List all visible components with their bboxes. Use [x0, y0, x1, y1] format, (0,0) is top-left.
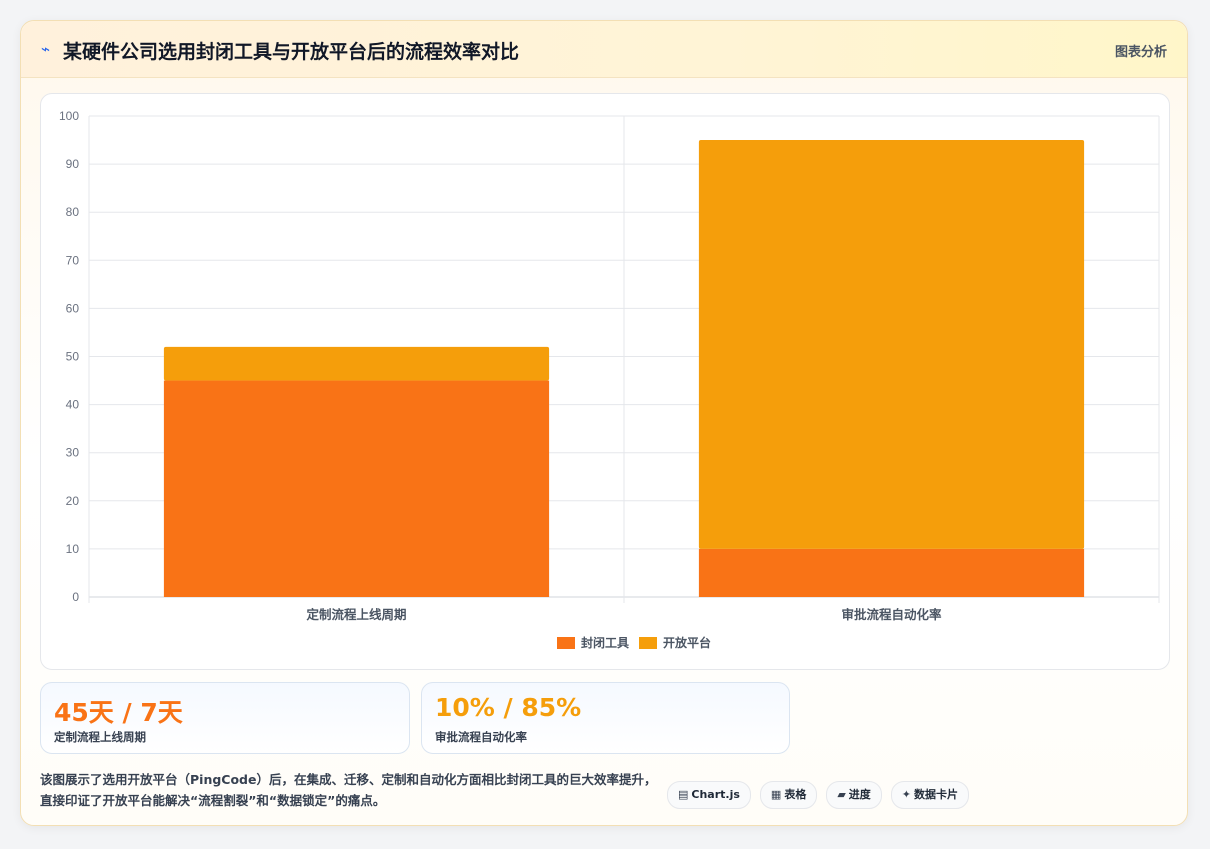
x-tick-label: 审批流程自动化率: [841, 607, 942, 622]
y-tick-label: 70: [66, 253, 80, 267]
stat-value: 10% / 85%: [435, 693, 582, 722]
y-tick-label: 30: [66, 446, 80, 460]
badge-label: 数据卡片: [914, 788, 959, 801]
legend-swatch: [639, 637, 657, 649]
stat-label: 审批流程自动化率: [435, 730, 527, 744]
progress-icon: ▰: [837, 788, 846, 801]
header-tag: 图表分析: [1114, 45, 1167, 60]
stat-card-cycle: 45天 / 7天 定制流程上线周期: [40, 682, 410, 754]
stacked-bar-chart: 0 10 20 30 40 50 60 70 80 90 100 定制流程上线周期 审批流程自动化率封闭…: [59, 109, 1160, 650]
badge-progress[interactable]: ▰ 进度: [826, 781, 882, 809]
bar-closed-tool: [698, 548, 1085, 597]
badge-label: 进度: [848, 788, 871, 801]
chart-icon: ▤: [678, 788, 689, 801]
y-tick-label: 10: [66, 542, 80, 556]
badge-list: ▤ Chart.js ▦ 表格 ▰ 进度 ✦ 数据卡片: [667, 781, 970, 809]
stat-card-automation: 10% / 85% 审批流程自动化率: [421, 682, 790, 754]
y-tick-label: 0: [72, 590, 79, 604]
legend-label: 开放平台: [663, 635, 711, 650]
badge-label: 表格: [784, 788, 807, 801]
y-tick-label: 60: [66, 301, 80, 315]
page-title: 某硬件公司选用封闭工具与开放平台后的流程效率对比: [63, 41, 520, 63]
sparkle-icon: ✦: [901, 788, 912, 801]
y-tick-label: 80: [66, 205, 80, 219]
badge-data-card[interactable]: ✦ 数据卡片: [890, 781, 970, 809]
bar-closed-tool: [163, 380, 550, 597]
chart-line-icon: ⌁: [41, 40, 51, 58]
bar-open-platform: [698, 140, 1085, 549]
chart-description: 该图展示了选用开放平台（PingCode）后，在集成、迁移、定制和自动化方面相比…: [40, 772, 657, 808]
y-tick-label: 40: [66, 398, 80, 412]
badge-table[interactable]: ▦ 表格: [759, 781, 818, 809]
bar-open-platform: [163, 346, 550, 381]
badge-label: Chart.js: [691, 788, 740, 801]
stat-label: 定制流程上线周期: [54, 730, 146, 744]
chart-container: 0 10 20 30 40 50 60 70 80 90 100 定制流程上线周期 审批流程自动化率封闭…: [40, 93, 1170, 670]
legend-swatch: [557, 637, 575, 649]
legend-label: 封闭工具: [581, 635, 629, 650]
y-tick-label: 90: [66, 157, 80, 171]
y-tick-label: 20: [66, 494, 80, 508]
x-tick-label: 定制流程上线周期: [305, 607, 406, 622]
chart-card: ⌁ 某硬件公司选用封闭工具与开放平台后的流程效率对比 图表分析 0 10 20 30 4…: [20, 20, 1188, 826]
y-tick-label: 50: [66, 350, 80, 364]
card-header: ⌁ 某硬件公司选用封闭工具与开放平台后的流程效率对比 图表分析: [21, 21, 1187, 78]
y-tick-label: 100: [59, 109, 79, 123]
stat-value: 45天 / 7天: [54, 698, 183, 727]
badge-chartjs[interactable]: ▤ Chart.js: [667, 781, 751, 809]
table-icon: ▦: [770, 788, 782, 801]
